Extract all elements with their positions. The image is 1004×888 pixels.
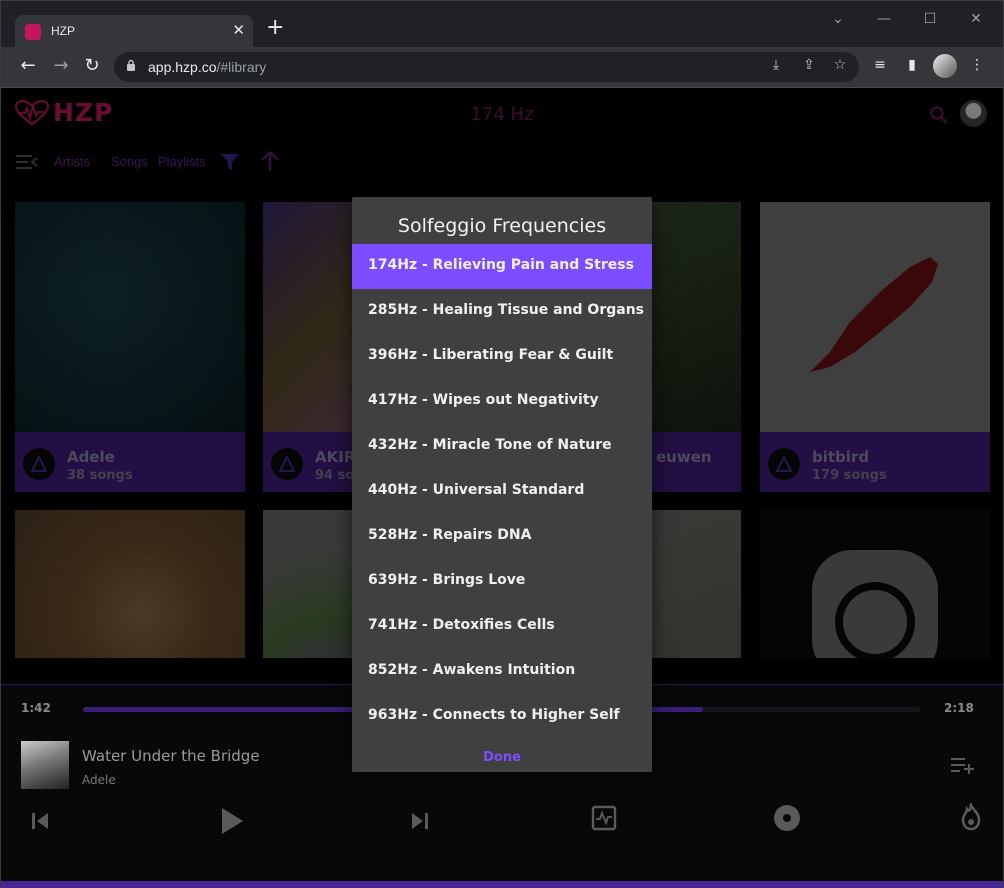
frequency-option-label: 528Hz - Repairs DNA <box>368 527 532 543</box>
url-text: app.hzp.co/#library <box>148 59 267 75</box>
frequency-option-label: 174Hz - Relieving Pain and Stress <box>368 257 634 273</box>
frequency-option-label: 963Hz - Connects to Higher Self <box>368 707 620 723</box>
frequency-option-639[interactable]: 639Hz - Brings Love <box>352 559 652 604</box>
forward-icon[interactable]: → <box>49 55 73 76</box>
player-bottom-bar <box>1 881 1003 888</box>
frequency-option-852[interactable]: 852Hz - Awakens Intuition <box>352 649 652 694</box>
now-playing-artist[interactable]: Adele <box>82 773 116 787</box>
browser-toolbar: ← → ↻ app.hzp.co/#library ⤓ ⇪ ☆ ≡ ▮ ⋮ <box>1 47 1003 88</box>
close-window-icon[interactable]: ✕ <box>962 11 990 27</box>
close-tab-icon[interactable]: ✕ <box>232 21 245 39</box>
more-menu-icon[interactable]: ⋮ <box>965 57 989 73</box>
frequency-option-528[interactable]: 528Hz - Repairs DNA <box>352 514 652 559</box>
frequency-option-label: 852Hz - Awakens Intuition <box>368 662 576 678</box>
frequency-option-label: 440Hz - Universal Standard <box>368 482 585 498</box>
equalizer-activity-icon[interactable] <box>591 805 617 831</box>
tab-strip: HZP ✕ + ⌄ — ☐ ✕ <box>1 1 1003 48</box>
total-time: 2:18 <box>944 701 974 715</box>
frequency-option-432[interactable]: 432Hz - Miracle Tone of Nature <box>352 424 652 469</box>
hzp-favicon-icon <box>25 24 41 40</box>
frequency-option-417[interactable]: 417Hz - Wipes out Negativity <box>352 379 652 424</box>
done-button[interactable]: Done <box>352 750 652 765</box>
frequency-option-label: 285Hz - Healing Tissue and Organs <box>368 302 645 318</box>
address-bar[interactable]: app.hzp.co/#library ⤓ ⇪ ☆ <box>114 52 859 82</box>
frequency-option-285[interactable]: 285Hz - Healing Tissue and Organs <box>352 289 652 334</box>
frequency-option-440[interactable]: 440Hz - Universal Standard <box>352 469 652 514</box>
reload-icon[interactable]: ↻ <box>80 55 104 76</box>
now-playing-art[interactable] <box>21 741 69 789</box>
tab-search-icon[interactable]: ⌄ <box>824 11 852 27</box>
back-icon[interactable]: ← <box>16 55 40 76</box>
tab-title: HZP <box>51 24 75 38</box>
maximize-icon[interactable]: ☐ <box>916 11 944 27</box>
frequency-picker-dialog: Solfeggio Frequencies 174Hz - Relieving … <box>352 197 652 772</box>
play-icon[interactable] <box>219 806 245 836</box>
frequency-option-741[interactable]: 741Hz - Detoxifies Cells <box>352 604 652 649</box>
add-to-queue-icon[interactable] <box>951 757 975 775</box>
dialog-title: Solfeggio Frequencies <box>397 215 607 237</box>
next-track-icon[interactable] <box>410 811 430 831</box>
frequency-option-label: 432Hz - Miracle Tone of Nature <box>368 437 612 453</box>
frequency-option-label: 417Hz - Wipes out Negativity <box>368 392 599 408</box>
lock-icon <box>127 59 135 71</box>
frequency-option-396[interactable]: 396Hz - Liberating Fear & Guilt <box>352 334 652 379</box>
frequency-option-label: 639Hz - Brings Love <box>368 572 526 588</box>
media-controls-icon[interactable]: ≡ <box>868 57 892 73</box>
frequency-option-label: 396Hz - Liberating Fear & Guilt <box>368 347 614 363</box>
disc-icon[interactable] <box>773 804 801 832</box>
bookmark-star-icon[interactable]: ☆ <box>830 57 850 73</box>
minimize-icon[interactable]: — <box>870 11 898 27</box>
profile-avatar[interactable] <box>933 54 957 78</box>
frequency-option-963[interactable]: 963Hz - Connects to Higher Self <box>352 694 652 739</box>
elapsed-time: 1:42 <box>21 701 51 715</box>
side-panel-icon[interactable]: ▮ <box>900 57 924 73</box>
now-playing-title[interactable]: Water Under the Bridge <box>82 747 260 765</box>
browser-window: HZP ✕ + ⌄ — ☐ ✕ ← → ↻ app.hzp.co/#librar… <box>0 0 1004 888</box>
previous-track-icon[interactable] <box>30 811 50 831</box>
share-icon[interactable]: ⇪ <box>799 57 819 73</box>
browser-tab[interactable]: HZP ✕ <box>15 15 253 48</box>
frequency-option-label: 741Hz - Detoxifies Cells <box>368 617 555 633</box>
new-tab-icon[interactable]: + <box>266 17 284 39</box>
install-icon[interactable]: ⤓ <box>766 57 786 73</box>
flame-icon[interactable] <box>958 803 984 831</box>
frequency-option-174[interactable]: 174Hz - Relieving Pain and Stress <box>352 244 652 289</box>
